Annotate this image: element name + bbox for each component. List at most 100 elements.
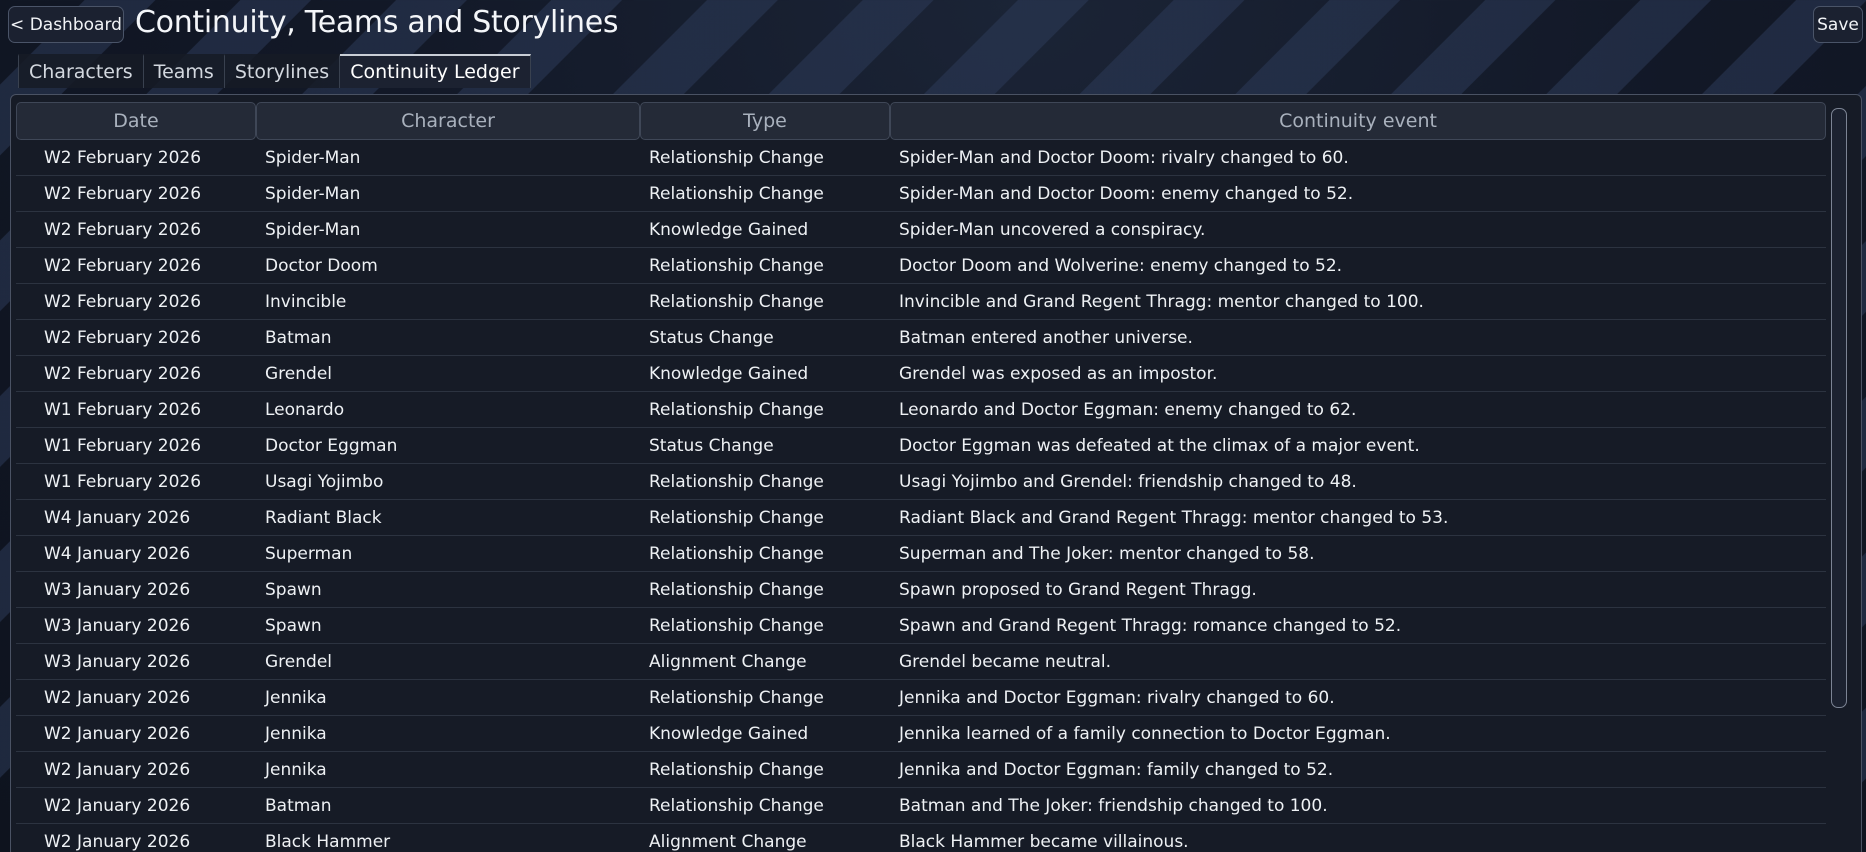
cell-type: Alignment Change [640,644,890,680]
cell-event: Doctor Eggman was defeated at the climax… [890,428,1826,464]
save-button[interactable]: Save [1813,6,1863,43]
cell-event: Batman and The Joker: friendship changed… [890,788,1826,824]
cell-type: Relationship Change [640,248,890,284]
table-row[interactable]: W1 February 2026 Doctor Eggman Status Chan… [16,428,1826,464]
table-row[interactable]: W3 January 2026 Grendel Alignment Change Gr… [16,644,1826,680]
cell-event: Usagi Yojimbo and Grendel: friendship ch… [890,464,1826,500]
cell-date: W2 February 2026 [16,140,256,176]
cell-character: Superman [256,536,640,572]
column-header-continuity-event[interactable]: Continuity event [890,102,1826,140]
cell-event: Grendel was exposed as an impostor. [890,356,1826,392]
cell-date: W1 February 2026 [16,428,256,464]
cell-character: Invincible [256,284,640,320]
cell-character: Batman [256,320,640,356]
cell-date: W2 February 2026 [16,284,256,320]
cell-date: W1 February 2026 [16,464,256,500]
table-row[interactable]: W2 January 2026 Batman Relationship Change… [16,788,1826,824]
table-header-row: Date Character Type Continuity event [16,102,1826,140]
column-header-date[interactable]: Date [16,102,256,140]
table-row[interactable]: W2 February 2026 Spider-Man Relationship C… [16,140,1826,176]
cell-character: Leonardo [256,392,640,428]
cell-character: Grendel [256,644,640,680]
cell-event: Jennika and Doctor Eggman: rivalry chang… [890,680,1826,716]
cell-type: Knowledge Gained [640,356,890,392]
page-title: Continuity, Teams and Storylines [135,5,619,40]
cell-character: Jennika [256,716,640,752]
cell-type: Relationship Change [640,176,890,212]
table-row[interactable]: W3 January 2026 Spawn Relationship Change S… [16,572,1826,608]
cell-date: W4 January 2026 [16,536,256,572]
cell-character: Batman [256,788,640,824]
table-row[interactable]: W2 January 2026 Black Hammer Alignment Cha… [16,824,1826,852]
cell-event: Spawn and Grand Regent Thragg: romance c… [890,608,1826,644]
cell-type: Alignment Change [640,824,890,852]
cell-event: Black Hammer became villainous. [890,824,1826,852]
cell-type: Relationship Change [640,284,890,320]
cell-date: W2 February 2026 [16,320,256,356]
table-row[interactable]: W1 February 2026 Usagi Yojimbo Relationshi… [16,464,1826,500]
cell-type: Relationship Change [640,608,890,644]
cell-date: W2 February 2026 [16,248,256,284]
cell-event: Leonardo and Doctor Eggman: enemy change… [890,392,1826,428]
cell-character: Grendel [256,356,640,392]
cell-type: Relationship Change [640,788,890,824]
column-header-type[interactable]: Type [640,102,890,140]
column-header-character[interactable]: Character [256,102,640,140]
table-row[interactable]: W2 February 2026 Grendel Knowledge Gained G… [16,356,1826,392]
table-row[interactable]: W2 January 2026 Jennika Relationship Chang… [16,680,1826,716]
cell-date: W2 February 2026 [16,176,256,212]
tab-bar: Characters Teams Storylines Continuity L… [18,54,531,88]
cell-event: Batman entered another universe. [890,320,1826,356]
cell-event: Doctor Doom and Wolverine: enemy changed… [890,248,1826,284]
table-row[interactable]: W2 February 2026 Doctor Doom Relationship … [16,248,1826,284]
cell-type: Relationship Change [640,680,890,716]
table-row[interactable]: W2 January 2026 Jennika Relationship Chang… [16,752,1826,788]
table-row[interactable]: W4 January 2026 Radiant Black Relationship… [16,500,1826,536]
cell-character: Spider-Man [256,176,640,212]
cell-character: Doctor Eggman [256,428,640,464]
ledger-table-body: W2 February 2026 Spider-Man Relationship C… [16,140,1826,852]
cell-character: Jennika [256,752,640,788]
table-row[interactable]: W2 January 2026 Jennika Knowledge Gained Je… [16,716,1826,752]
cell-date: W3 January 2026 [16,644,256,680]
table-row[interactable]: W2 February 2026 Batman Status Change Batma… [16,320,1826,356]
top-bar: < Dashboard Continuity, Teams and Storyl… [0,0,1866,52]
continuity-ledger-table: Date Character Type Continuity event W2 … [16,102,1826,852]
tab-storylines[interactable]: Storylines [224,54,341,88]
cell-date: W3 January 2026 [16,608,256,644]
cell-type: Relationship Change [640,572,890,608]
cell-event: Spawn proposed to Grand Regent Thragg. [890,572,1826,608]
cell-type: Status Change [640,428,890,464]
cell-type: Relationship Change [640,464,890,500]
tab-teams[interactable]: Teams [143,54,225,88]
ledger-table-container: Date Character Type Continuity event W2 … [16,102,1826,852]
table-row[interactable]: W2 February 2026 Spider-Man Relationship C… [16,176,1826,212]
cell-type: Knowledge Gained [640,716,890,752]
cell-event: Superman and The Joker: mentor changed t… [890,536,1826,572]
cell-type: Status Change [640,320,890,356]
cell-date: W4 January 2026 [16,500,256,536]
table-row[interactable]: W3 January 2026 Spawn Relationship Change S… [16,608,1826,644]
cell-date: W2 January 2026 [16,680,256,716]
tab-continuity-ledger[interactable]: Continuity Ledger [340,54,531,88]
vertical-scrollbar[interactable] [1831,108,1847,708]
cell-type: Relationship Change [640,500,890,536]
back-to-dashboard-button[interactable]: < Dashboard [8,6,124,43]
cell-character: Black Hammer [256,824,640,852]
cell-character: Spider-Man [256,212,640,248]
cell-date: W2 January 2026 [16,824,256,852]
cell-type: Relationship Change [640,536,890,572]
cell-event: Radiant Black and Grand Regent Thragg: m… [890,500,1826,536]
tab-characters[interactable]: Characters [18,54,144,88]
table-row[interactable]: W4 January 2026 Superman Relationship Chan… [16,536,1826,572]
cell-character: Spawn [256,608,640,644]
cell-event: Jennika learned of a family connection t… [890,716,1826,752]
cell-event: Spider-Man and Doctor Doom: enemy change… [890,176,1826,212]
table-row[interactable]: W1 February 2026 Leonardo Relationship Cha… [16,392,1826,428]
cell-date: W3 January 2026 [16,572,256,608]
table-row[interactable]: W2 February 2026 Invincible Relationship C… [16,284,1826,320]
table-row[interactable]: W2 February 2026 Spider-Man Knowledge Gain… [16,212,1826,248]
cell-character: Doctor Doom [256,248,640,284]
cell-event: Jennika and Doctor Eggman: family change… [890,752,1826,788]
cell-type: Relationship Change [640,140,890,176]
